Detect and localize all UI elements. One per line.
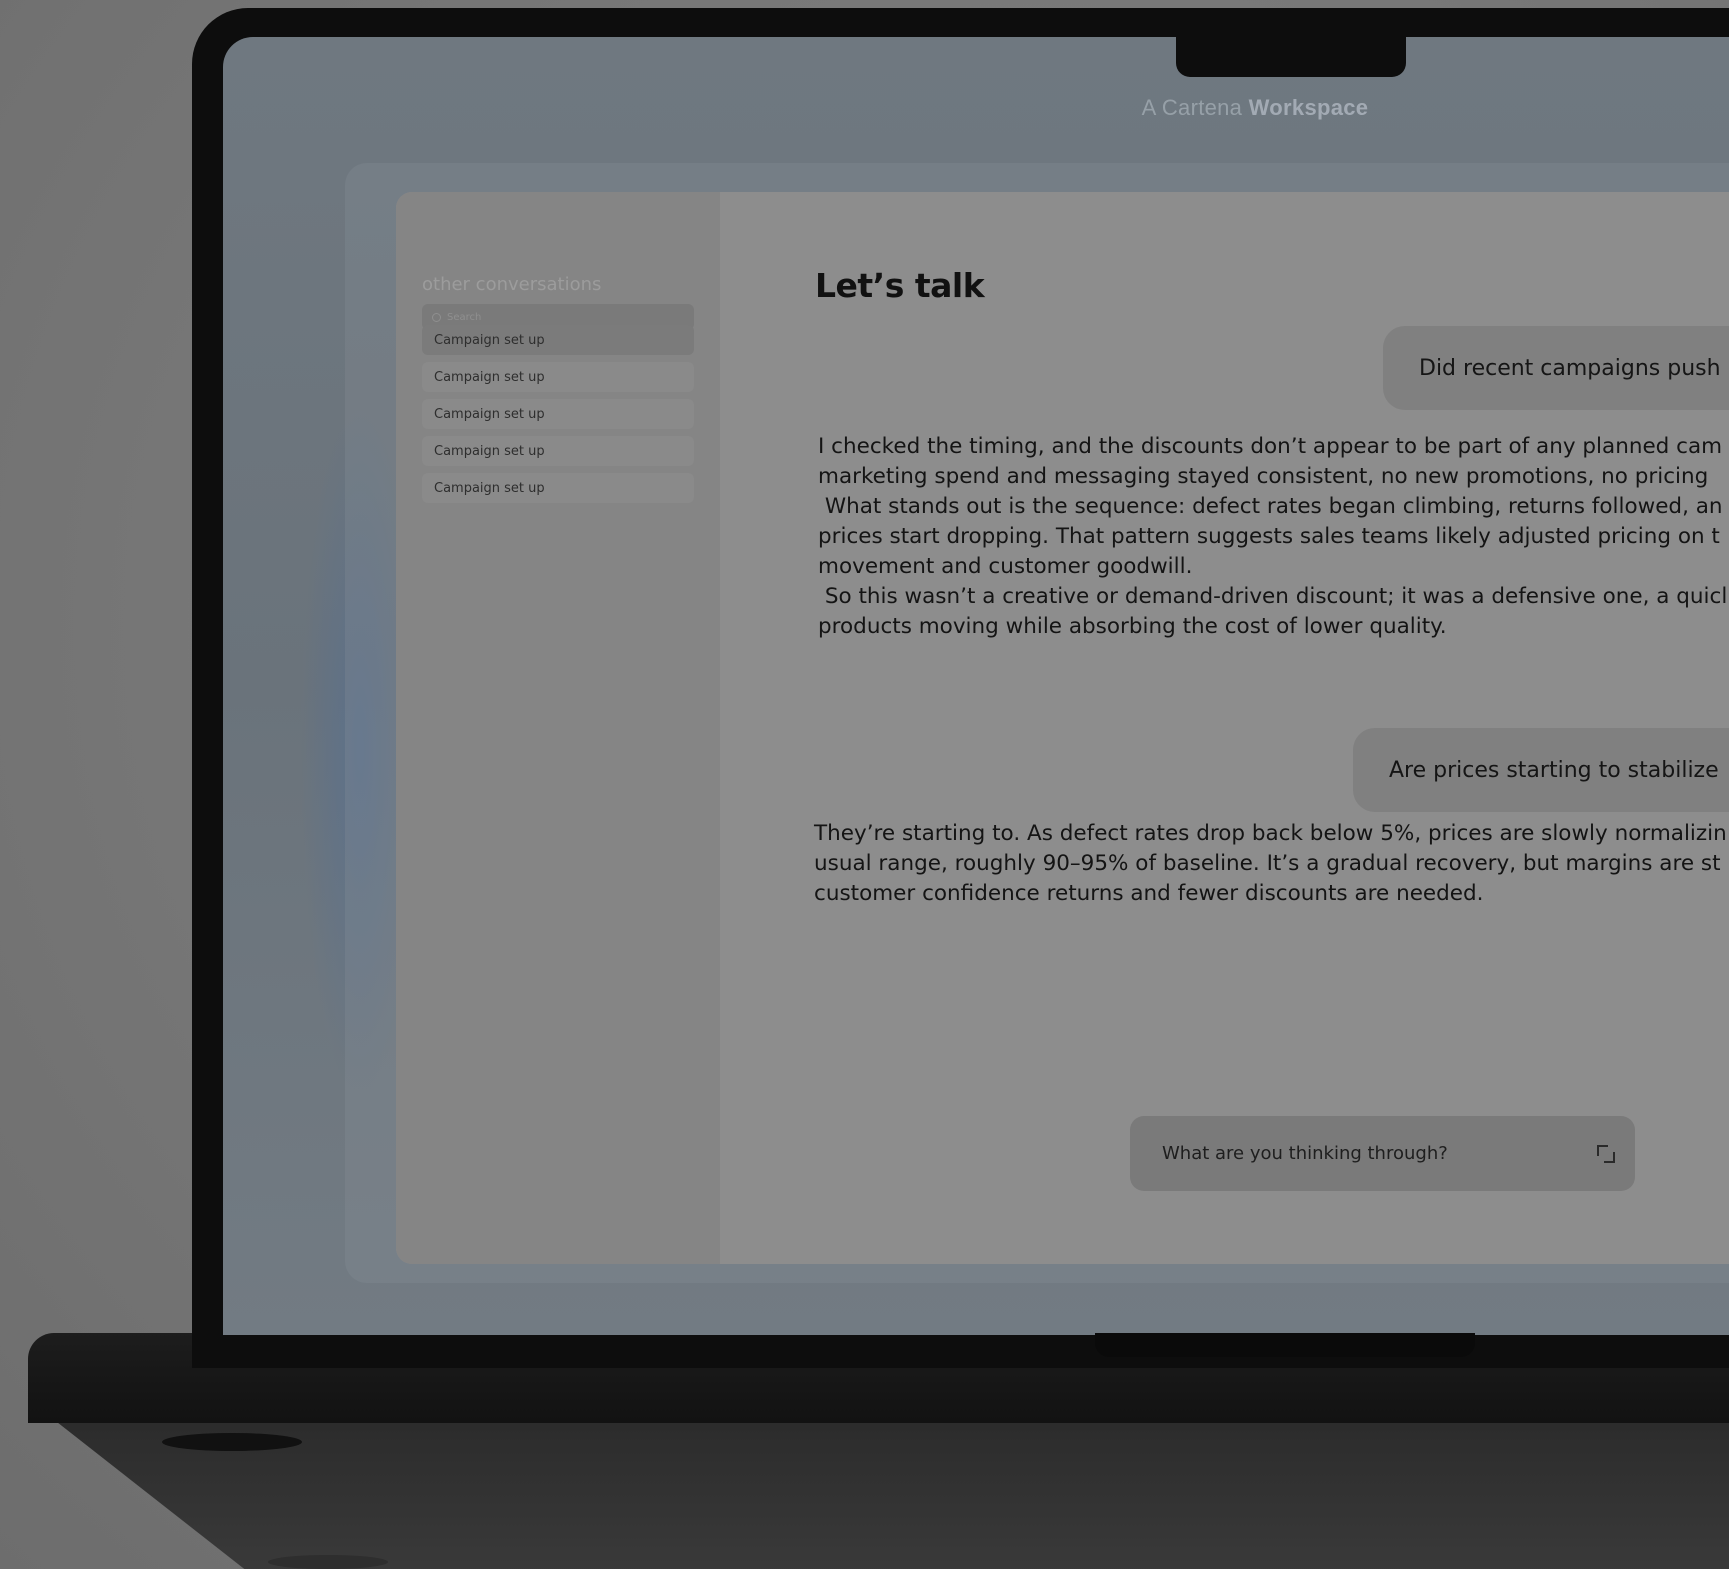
workspace-title: A Cartena Workspace [1090, 95, 1420, 121]
sidebar-item-conversation[interactable]: Campaign set up [422, 399, 694, 429]
sidebar-item-conversation[interactable]: Campaign set up [422, 325, 694, 355]
conversation-label: Campaign set up [434, 406, 545, 422]
laptop-foot [162, 1433, 302, 1451]
expand-icon-graphic [1597, 1144, 1615, 1163]
user-message-bubble: Are prices starting to stabilize [1353, 728, 1729, 812]
page-title: Let’s talk [815, 266, 985, 305]
conversation-label: Campaign set up [434, 369, 545, 385]
sidebar-item-conversation[interactable]: Campaign set up [422, 362, 694, 392]
chat-main: Let’s talk Did recent campaigns push I c… [720, 192, 1729, 1264]
conversations-sidebar: other conversations Search Campaign set … [396, 192, 720, 1264]
user-message-bubble: Did recent campaigns push [1383, 326, 1729, 410]
search-icon [432, 312, 441, 322]
sidebar-title: other conversations [422, 274, 602, 295]
laptop-base-underside [48, 1415, 1729, 1569]
search-placeholder: Search [447, 311, 482, 323]
laptop-foot-rear [268, 1555, 388, 1569]
expand-icon[interactable] [1595, 1143, 1617, 1165]
scene: A Cartena Workspace other conversations … [0, 0, 1729, 1569]
assistant-message: They’re starting to. As defect rates dro… [814, 821, 1727, 906]
sidebar-item-conversation[interactable]: Campaign set up [422, 436, 694, 466]
conversation-label: Campaign set up [434, 443, 545, 459]
assistant-message: I checked the timing, and the discounts … [818, 434, 1728, 639]
chat-app: other conversations Search Campaign set … [396, 192, 1729, 1264]
message-composer [1130, 1116, 1635, 1191]
user-message-text: Did recent campaigns push [1419, 355, 1721, 381]
message-input[interactable] [1162, 1143, 1562, 1164]
user-message-text: Are prices starting to stabilize [1389, 757, 1719, 783]
sidebar-item-conversation[interactable]: Campaign set up [422, 473, 694, 503]
workspace-title-light: A Cartena [1141, 95, 1243, 120]
workspace-title-bold: Workspace [1248, 95, 1369, 120]
conversation-label: Campaign set up [434, 480, 545, 496]
conversation-label: Campaign set up [434, 332, 545, 348]
laptop-hinge [1095, 1333, 1475, 1357]
camera-notch [1176, 37, 1406, 77]
